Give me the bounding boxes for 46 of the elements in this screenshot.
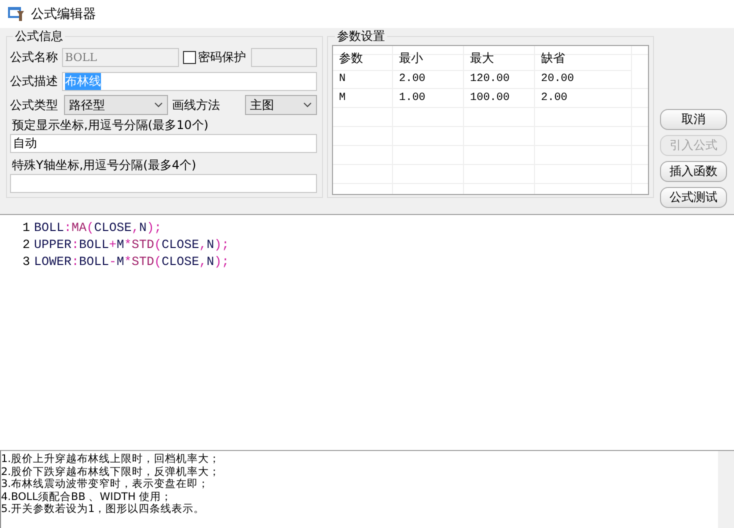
draw-method-dropdown[interactable]: 主图 [245, 95, 317, 115]
field-label: 画线方法 [172, 96, 220, 114]
action-button[interactable]: 插入函数 [660, 161, 727, 182]
table-cell: 2.00 [541, 92, 568, 104]
field-label: 公式描述 [10, 72, 58, 90]
group-title: 公式信息 [14, 28, 64, 45]
type-dropdown[interactable]: 路径型 [64, 95, 168, 115]
line-number: 3 [21, 254, 31, 268]
column-header: 缺省 [541, 50, 565, 66]
code-line: BOLL:MA(CLOSE,N); [34, 220, 162, 234]
note-line: 3.布林线震动波带变窄时，表示变盘在即； [1, 478, 210, 490]
app-icon [7, 6, 25, 22]
code-line: UPPER:BOLL+M*STD(CLOSE,N); [34, 238, 230, 252]
password-checkbox[interactable]: 密码保护 [183, 48, 246, 66]
note-line: 4.BOLL须配合BB 、WIDTH 使用； [1, 490, 172, 503]
chevron-icon [303, 102, 312, 108]
field-label: 预定显示坐标,用逗号分隔(最多10个) [12, 117, 208, 134]
line-number: 2 [21, 238, 31, 252]
column-header: 参数 [339, 50, 363, 66]
code-line: LOWER:BOLL-M*STD(CLOSE,N); [34, 254, 230, 268]
table-cell: 20.00 [541, 73, 574, 85]
y-axis-field[interactable] [10, 174, 317, 193]
action-button[interactable]: 取消 [660, 109, 727, 130]
window-title: 公式编辑器 [31, 6, 96, 23]
line-number: 1 [21, 220, 31, 234]
table-cell: 1.00 [399, 92, 426, 104]
field-label: 公式类型 [10, 96, 58, 114]
coords-field[interactable]: 自动 [10, 134, 317, 153]
password-field[interactable] [251, 48, 317, 66]
table-cell: N [339, 73, 346, 85]
group-title: 参数设置 [336, 28, 386, 45]
name-field[interactable]: BOLL [62, 48, 179, 66]
action-button[interactable]: 公式测试 [660, 187, 727, 208]
note-line: 5.开关参数若设为1，图形以四条线表示。 [1, 503, 205, 516]
table-cell: 120.00 [470, 73, 510, 85]
scrollbar[interactable] [718, 451, 734, 528]
note-line: 2.股价下跌穿越布林线下限时，反弹机率大； [1, 466, 220, 478]
column-header: 最小 [399, 50, 423, 66]
table-cell: M [339, 92, 346, 104]
chevron-icon [154, 102, 163, 108]
note-line: 1.股价上升穿越布林线上限时，回档机率大； [1, 453, 220, 466]
field-label: 特殊Y轴坐标,用逗号分隔(最多4个) [12, 157, 196, 174]
table-cell: 100.00 [470, 92, 510, 104]
field-label: 公式名称 [10, 48, 58, 66]
column-header: 最大 [470, 50, 494, 66]
table-cell: 2.00 [399, 73, 426, 85]
